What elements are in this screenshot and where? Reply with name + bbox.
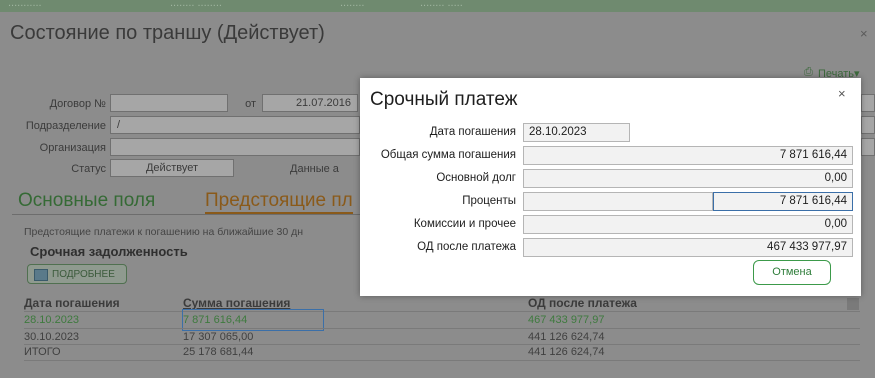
cancel-button[interactable]: Отмена [753, 260, 831, 285]
table-cell[interactable]: 467 433 977,97 [528, 314, 604, 326]
right-field[interactable] [861, 138, 875, 156]
status-field[interactable]: Действует [110, 159, 234, 177]
column-header-balance[interactable]: ОД после платежа [528, 296, 637, 310]
section-title: Срочная задолженность [30, 244, 188, 259]
tab-upcoming-payments[interactable]: Предстоящие пл [205, 190, 353, 214]
commissions-field[interactable]: 0,00 [523, 215, 853, 234]
organization-field[interactable] [110, 138, 360, 156]
field-label: Общая сумма погашения [380, 149, 516, 161]
right-field[interactable] [861, 94, 875, 112]
window-title: Состояние по траншу (Действует) [10, 22, 325, 44]
payment-date-field[interactable]: 28.10.2023 [523, 123, 630, 142]
details-button-label: ПОДРОБНЕЕ [52, 269, 115, 280]
field-label: ОД после платежа [417, 241, 516, 253]
right-field[interactable] [861, 116, 875, 134]
details-icon [34, 269, 48, 281]
contract-label: Договор № [49, 98, 106, 110]
table-total-cell: 25 178 681,44 [183, 346, 254, 358]
urgent-payment-dialog: Срочный платеж × Дата погашения 28.10.20… [360, 78, 861, 296]
data-label: Данные а [290, 163, 339, 175]
table-cell[interactable]: 17 307 065,00 [183, 331, 253, 343]
column-header-amount[interactable]: Сумма погашения [183, 296, 290, 310]
top-menu-item[interactable]: ........ [340, 0, 364, 9]
header-divider [24, 311, 860, 312]
organization-label: Организация [39, 142, 106, 154]
field-label: Комиссии и прочее [413, 218, 516, 230]
field-label: Дата погашения [429, 126, 516, 138]
table-cell[interactable]: 28.10.2023 [24, 314, 79, 326]
total-amount-field[interactable]: 7 871 616,44 [523, 146, 853, 165]
balance-after-field[interactable]: 467 433 977,97 [523, 238, 853, 257]
table-total-cell: 441 126 624,74 [528, 346, 605, 358]
status-label: Статус [71, 163, 106, 175]
contract-date-field[interactable]: 21.07.2016 [262, 94, 358, 112]
top-menu-item[interactable]: ........... [8, 0, 42, 9]
top-menu-item[interactable]: ........ ........ [170, 0, 222, 9]
upcoming-note: Предстоящие платежи к погашению на ближа… [24, 226, 304, 238]
window-close-icon[interactable]: × [860, 26, 868, 41]
top-menu-item[interactable]: ........ ..... [420, 0, 463, 9]
date-from-label: от [245, 98, 256, 110]
close-icon[interactable]: × [838, 86, 846, 101]
details-button[interactable]: ПОДРОБНЕЕ [27, 264, 127, 284]
division-label: Подразделение [25, 120, 106, 132]
table-total-cell: ИТОГО [24, 346, 61, 358]
dialog-title: Срочный платеж [370, 89, 518, 110]
row-divider [24, 360, 860, 361]
interest-field[interactable]: 7 871 616,44 [713, 192, 853, 211]
division-field[interactable]: / [110, 116, 360, 134]
tab-main-fields[interactable]: Основные поля [18, 190, 155, 212]
column-header-date[interactable]: Дата погашения [24, 296, 120, 310]
row-divider [24, 344, 860, 345]
contract-number-field[interactable] [110, 94, 228, 112]
principal-field[interactable]: 0,00 [523, 169, 853, 188]
interest-field-left[interactable] [523, 192, 713, 211]
field-label: Проценты [462, 195, 516, 207]
top-menu-strip: ........... ........ ........ ........ .… [0, 0, 875, 12]
row-divider [24, 328, 860, 329]
field-label: Основной долг [436, 172, 516, 184]
table-cell[interactable]: 441 126 624,74 [528, 331, 604, 343]
table-cell[interactable]: 30.10.2023 [24, 331, 79, 343]
grid-settings-icon[interactable] [847, 298, 859, 310]
